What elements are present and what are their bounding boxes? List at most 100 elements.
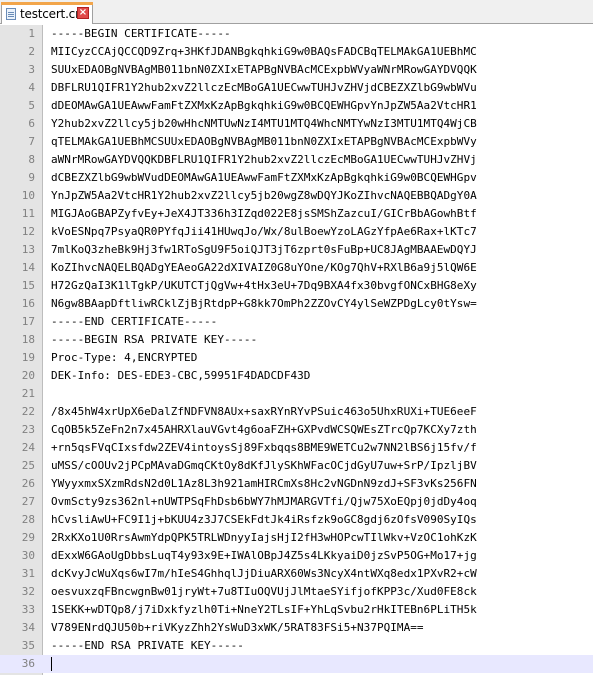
line-number: 25 — [21, 459, 35, 472]
line-text[interactable]: Proc-Type: 4,ENCRYPTED — [51, 349, 197, 367]
editor-line[interactable]: 14 KoZIhvcNAQELBQADgYEAeoGA22dXIVAIZ0G8uY… — [0, 259, 593, 277]
line-text[interactable]: oesvuxzqFBncwgnBw01jryWt+7u8TIuOQVUjJlMt… — [51, 583, 477, 601]
line-number: 4 — [28, 81, 35, 94]
editor-line[interactable]: 21 — [0, 385, 593, 403]
line-text[interactable]: uMSS/cOOUv2jPCpMAvaDGmqCKtOy8dKfJlySKhWF… — [51, 457, 477, 475]
line-number: 12 — [21, 225, 35, 238]
editor-line[interactable]: 16 N6gw8BAapDftliwRCklZjBjRtdpP+G8kk7OmPh… — [0, 295, 593, 313]
editor-line[interactable]: 29 2RxKXo1U0RrsAwmYdpQPK5TRLWDnyyIajsHjI2… — [0, 529, 593, 547]
editor-line[interactable]: 11 MIGJAoGBAPZyfvEy+JeX4JT336h3IZqd022E8j… — [0, 205, 593, 223]
line-number: 24 — [21, 441, 35, 454]
editor-line[interactable]: 3 SUUxEDAOBgNVBAgMB011bnN0ZXIxETAPBgNVBAc… — [0, 61, 593, 79]
line-text[interactable]: -----BEGIN CERTIFICATE----- — [51, 25, 231, 43]
line-text[interactable]: -----BEGIN RSA PRIVATE KEY----- — [51, 331, 257, 349]
editor-line[interactable]: 15 H72GzQaI3K1lTgkP/UKUTCTjQgVw+4tHx3eU+7… — [0, 277, 593, 295]
editor-line[interactable]: 13 7mlKoQ3zheBk9Hj3fw1RToSgU9F5oiQJT3jT6z… — [0, 241, 593, 259]
line-text[interactable]: CqOB5k5ZeFn2n7x45AHRXlauVGvt4g6oaFZH+GXP… — [51, 421, 477, 439]
line-text[interactable]: 1SEKK+wDTQp8/j7iDxkfyzlh0Ti+NneY2TLsIF+Y… — [51, 601, 477, 619]
line-text[interactable]: +rn5qsFVqCIxsfdw2ZEV4intoysSj89Fxbqqs8BM… — [51, 439, 477, 457]
line-text[interactable]: dExxW6GAoUgDbbsLuqT4y93x9E+IWAlOBpJ4Z5s4… — [51, 547, 477, 565]
line-number: 15 — [21, 279, 35, 292]
line-number: 23 — [21, 423, 35, 436]
editor-lines: 1 -----BEGIN CERTIFICATE----- 2 MIICyzCCAjQ… — [0, 25, 593, 673]
editor-line[interactable]: 17 -----END CERTIFICATE----- — [0, 313, 593, 331]
line-text[interactable]: V789ENrdQJU50b+riVKyzZhh2YsWuD3xWK/5RAT8… — [51, 619, 424, 637]
line-number: 16 — [21, 297, 35, 310]
line-number: 21 — [21, 387, 35, 400]
editor-line[interactable]: 28 hCvsliAwU+FC9I1j+bKUU4z3J7CSEkFdtJk4iR… — [0, 511, 593, 529]
editor-line[interactable]: 12 kVoESNpq7PsyaQR0PYfqJii41HUwqJo/Wx/8ul… — [0, 223, 593, 241]
text-cursor — [51, 657, 52, 671]
line-number: 27 — [21, 495, 35, 508]
editor-line[interactable]: 33 1SEKK+wDTQp8/j7iDxkfyzlh0Ti+NneY2TLsIF… — [0, 601, 593, 619]
line-text[interactable]: Y2hub2xvZ2llcy5jb20wHhcNMTUwNzI4MTU1MTQ4… — [51, 115, 477, 133]
line-number: 32 — [21, 585, 35, 598]
line-text[interactable]: YnJpZW5Aa2VtcHR1Y2hub2xvZ2llcy5jb20wgZ8w… — [51, 187, 477, 205]
editor-line[interactable]: 9 dCBEZXZlbG9wbWVudDEOMAwGA1UEAwwFamFtZXM… — [0, 169, 593, 187]
line-text[interactable]: YWyyxmxSXzmRdsN2d0L1Az8L3h921amHIRCmXs8H… — [51, 475, 477, 493]
line-text[interactable]: N6gw8BAapDftliwRCklZjBjRtdpP+G8kk7OmPh2Z… — [51, 295, 477, 313]
editor-line[interactable]: 4 DBFLRU1QIFR1Y2hub2xvZ2llczEcMBoGA1UECww… — [0, 79, 593, 97]
tab-testcert[interactable]: testcert.crt × — [1, 2, 93, 24]
editor-line[interactable]: 5 dDEOMAwGA1UEAwwFamFtZXMxKzApBgkqhkiG9w0… — [0, 97, 593, 115]
editor-line[interactable]: 32 oesvuxzqFBncwgnBw01jryWt+7u8TIuOQVUjJl… — [0, 583, 593, 601]
line-text[interactable]: kVoESNpq7PsyaQR0PYfqJii41HUwqJo/Wx/8ulBo… — [51, 223, 477, 241]
line-text[interactable]: 7mlKoQ3zheBk9Hj3fw1RToSgU9F5oiQJT3jT6zpr… — [51, 241, 477, 259]
editor-line[interactable]: 25 uMSS/cOOUv2jPCpMAvaDGmqCKtOy8dKfJlySKh… — [0, 457, 593, 475]
line-number: 26 — [21, 477, 35, 490]
line-number: 11 — [21, 207, 35, 220]
editor-line[interactable]: 19 Proc-Type: 4,ENCRYPTED — [0, 349, 593, 367]
editor-line[interactable]: 22/8x45hW4xrUpX6eDalZfNDFVN8AUx+saxRYnRY… — [0, 403, 593, 421]
file-icon — [6, 7, 16, 20]
editor-line[interactable]: 7 qTELMAkGA1UEBhMCSUUxEDAOBgNVBAgMB011bnN… — [0, 133, 593, 151]
editor-line[interactable]: 26 YWyyxmxSXzmRdsN2d0L1Az8L3h921amHIRCmXs… — [0, 475, 593, 493]
line-text[interactable]: -----END CERTIFICATE----- — [51, 313, 217, 331]
line-text[interactable]: dcKvyJcWuXqs6wI7m/hIeS4GhhqlJjDiuARX60Ws… — [51, 565, 477, 583]
line-number: 14 — [21, 261, 35, 274]
editor-line[interactable]: 23 CqOB5k5ZeFn2n7x45AHRXlauVGvt4g6oaFZH+G… — [0, 421, 593, 439]
line-text[interactable]: DBFLRU1QIFR1Y2hub2xvZ2llczEcMBoGA1UECwwT… — [51, 79, 477, 97]
editor-line[interactable]: 35 -----END RSA PRIVATE KEY----- — [0, 637, 593, 655]
line-number: 36 — [21, 657, 35, 670]
editor-line[interactable]: 27 OvmScty9zs362nl+nUWTPSqFhDsb6bWY7hMJMA… — [0, 493, 593, 511]
tab-active-accent — [1, 2, 93, 5]
line-number: 33 — [21, 603, 35, 616]
editor-line[interactable]: 6 Y2hub2xvZ2llcy5jb20wHhcNMTUwNzI4MTU1MTQ… — [0, 115, 593, 133]
line-number: 18 — [21, 333, 35, 346]
editor-line[interactable]: 36 — [0, 655, 593, 673]
line-text[interactable]: KoZIhvcNAQELBQADgYEAeoGA22dXIVAIZ0G8uYOn… — [51, 259, 477, 277]
line-text[interactable]: qTELMAkGA1UEBhMCSUUxEDAOBgNVBAgMB011bnN0… — [51, 133, 477, 151]
line-number: 20 — [21, 369, 35, 382]
line-number: 34 — [21, 621, 35, 634]
line-number: 29 — [21, 531, 35, 544]
line-text[interactable]: MIICyzCCAjQCCQD9Zrq+3HKfJDANBgkqhkiG9w0B… — [51, 43, 477, 61]
line-text[interactable]: OvmScty9zs362nl+nUWTPSqFhDsb6bWY7hMJMARG… — [51, 493, 477, 511]
close-icon[interactable]: × — [77, 7, 89, 19]
line-text[interactable]: 2RxKXo1U0RrsAwmYdpQPK5TRLWDnyyIajsHjI2fH… — [51, 529, 477, 547]
line-text[interactable]: dDEOMAwGA1UEAwwFamFtZXMxKzApBgkqhkiG9w0B… — [51, 97, 477, 115]
line-text[interactable]: SUUxEDAOBgNVBAgMB011bnN0ZXIxETAPBgNVBAcM… — [51, 61, 477, 79]
editor-line[interactable]: 2 MIICyzCCAjQCCQD9Zrq+3HKfJDANBgkqhkiG9w0… — [0, 43, 593, 61]
editor-line[interactable]: 18 -----BEGIN RSA PRIVATE KEY----- — [0, 331, 593, 349]
editor-line[interactable]: 8 aWNrMRowGAYDVQQKDBFLRU1QIFR1Y2hub2xvZ2l… — [0, 151, 593, 169]
line-text[interactable]: DEK-Info: DES-EDE3-CBC,59951F4DADCDF43D — [51, 367, 310, 385]
line-text[interactable]: aWNrMRowGAYDVQQKDBFLRU1QIFR1Y2hub2xvZ2ll… — [51, 151, 477, 169]
line-text[interactable]: H72GzQaI3K1lTgkP/UKUTCTjQgVw+4tHx3eU+7Dq… — [51, 277, 477, 295]
line-number: 17 — [21, 315, 35, 328]
line-number: 8 — [28, 153, 35, 166]
editor-line[interactable]: 30 dExxW6GAoUgDbbsLuqT4y93x9E+IWAlOBpJ4Z5… — [0, 547, 593, 565]
line-text[interactable]: -----END RSA PRIVATE KEY----- — [51, 637, 244, 655]
line-text[interactable]: hCvsliAwU+FC9I1j+bKUU4z3J7CSEkFdtJk4iRsf… — [51, 511, 477, 529]
line-text[interactable]: dCBEZXZlbG9wbWVudDEOMAwGA1UEAwwFamFtZXMx… — [51, 169, 477, 187]
line-number: 30 — [21, 549, 35, 562]
line-text[interactable]: MIGJAoGBAPZyfvEy+JeX4JT336h3IZqd022E8jsS… — [51, 205, 477, 223]
line-number: 10 — [21, 189, 35, 202]
text-editor[interactable]: 1 -----BEGIN CERTIFICATE----- 2 MIICyzCCAjQ… — [0, 25, 593, 675]
editor-line[interactable]: 20 DEK-Info: DES-EDE3-CBC,59951F4DADCDF43… — [0, 367, 593, 385]
editor-line[interactable]: 10 YnJpZW5Aa2VtcHR1Y2hub2xvZ2llcy5jb20wgZ… — [0, 187, 593, 205]
editor-line[interactable]: 34 V789ENrdQJU50b+riVKyzZhh2YsWuD3xWK/5RA… — [0, 619, 593, 637]
line-text[interactable]: /8x45hW4xrUpX6eDalZfNDFVN8AUx+saxRYnRYvP… — [51, 403, 477, 421]
editor-line[interactable]: 31 dcKvyJcWuXqs6wI7m/hIeS4GhhqlJjDiuARX60… — [0, 565, 593, 583]
editor-line[interactable]: 24 +rn5qsFVqCIxsfdw2ZEV4intoysSj89Fxbqqs8… — [0, 439, 593, 457]
editor-line[interactable]: 1 -----BEGIN CERTIFICATE----- — [0, 25, 593, 43]
